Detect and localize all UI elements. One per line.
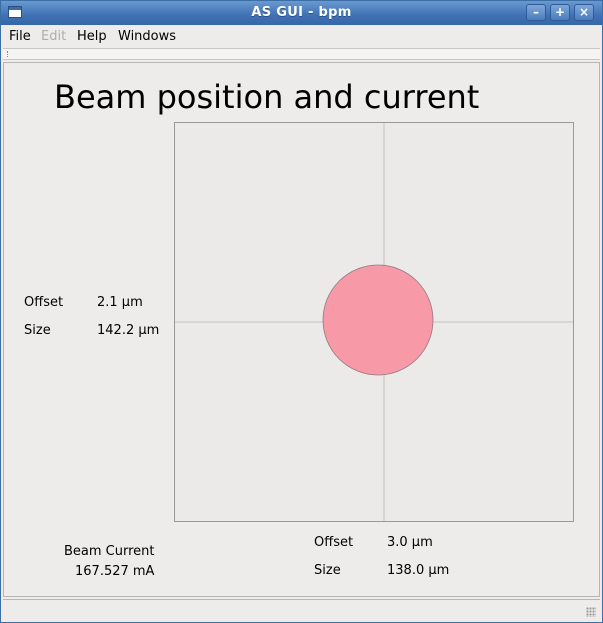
window-title: AS GUI - bpm bbox=[251, 5, 352, 20]
menu-windows[interactable]: Windows bbox=[118, 29, 176, 44]
close-button[interactable]: × bbox=[574, 4, 594, 21]
menu-file[interactable]: File bbox=[9, 29, 31, 44]
horizontal-offset-label: Offset bbox=[314, 535, 354, 550]
beam-plot-canvas bbox=[175, 123, 573, 521]
menu-help[interactable]: Help bbox=[77, 29, 107, 44]
menu-bar: File Edit Help Windows bbox=[1, 25, 602, 48]
app-window: AS GUI - bpm – + × File Edit Help Window… bbox=[0, 0, 603, 623]
horizontal-size-label: Size bbox=[314, 563, 341, 578]
vertical-size-label: Size bbox=[24, 323, 51, 338]
horizontal-offset-value: 3.0 µm bbox=[387, 535, 433, 550]
toolbar-grip-handle[interactable] bbox=[7, 51, 12, 57]
menu-edit[interactable]: Edit bbox=[41, 29, 66, 44]
beam-position-plot bbox=[174, 122, 574, 522]
beam-current-label: Beam Current bbox=[64, 544, 155, 559]
vertical-offset-label: Offset bbox=[24, 295, 64, 310]
page-title: Beam position and current bbox=[54, 78, 480, 116]
toolbar bbox=[3, 48, 600, 60]
status-bar bbox=[3, 599, 600, 621]
vertical-size-value: 142.2 µm bbox=[97, 323, 160, 338]
resize-grip-handle[interactable] bbox=[586, 607, 596, 617]
maximize-button[interactable]: + bbox=[550, 4, 570, 21]
vertical-offset-value: 2.1 µm bbox=[97, 295, 143, 310]
minimize-button[interactable]: – bbox=[526, 4, 546, 21]
horizontal-size-value: 138.0 µm bbox=[387, 563, 450, 578]
title-bar[interactable]: AS GUI - bpm – + × bbox=[1, 1, 602, 25]
beam-current-value: 167.527 mA bbox=[75, 564, 155, 579]
beam-spot bbox=[322, 264, 434, 376]
